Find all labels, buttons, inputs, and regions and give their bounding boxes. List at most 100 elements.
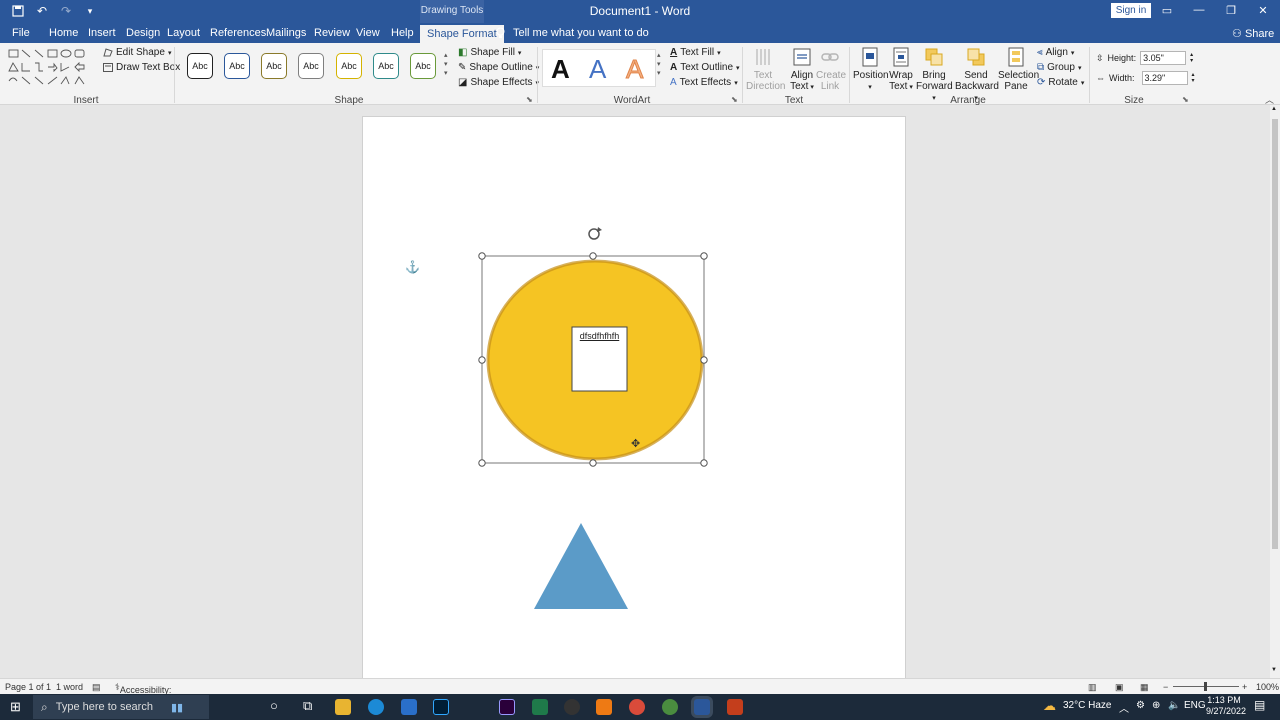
shape-style-6[interactable]: Abc xyxy=(373,53,399,79)
shape-styles-gallery-scroll[interactable]: ▴ ▾ ▾ xyxy=(444,51,448,78)
text-effects-button[interactable]: A Text Effects ▾ xyxy=(670,77,738,88)
photoshop-icon[interactable] xyxy=(433,699,449,715)
tab-layout[interactable]: Layout xyxy=(167,26,200,43)
word-app-icon[interactable] xyxy=(694,699,710,715)
taskbar-search[interactable]: ⌕ Type here to search ▮▮ xyxy=(33,695,209,719)
text-box-content[interactable]: dfsdfhfhfh xyxy=(572,331,627,341)
shape-style-4[interactable]: Abc xyxy=(298,53,324,79)
tab-home[interactable]: Home xyxy=(49,26,78,43)
create-link-button[interactable]: Create Link xyxy=(816,47,846,92)
sign-in-button[interactable]: Sign in xyxy=(1111,3,1151,18)
dialog-launcher-icon[interactable]: ⬊ xyxy=(1182,95,1189,104)
weather-text[interactable]: 32°C Haze xyxy=(1063,700,1111,711)
chrome-icon[interactable] xyxy=(629,699,645,715)
redo-icon[interactable]: ↷ xyxy=(58,3,74,19)
align-text-button[interactable]: Align Text ▾ xyxy=(787,47,817,93)
globe-icon[interactable]: ⊕ xyxy=(1152,700,1160,711)
show-hidden-icons-icon[interactable]: ︿ xyxy=(1119,700,1129,715)
vertical-scrollbar[interactable]: ▲ ▼ xyxy=(1270,105,1280,678)
proofing-icon[interactable]: ▤ xyxy=(92,682,101,693)
zoom-level[interactable]: 100% xyxy=(1256,682,1279,692)
notifications-icon[interactable]: ▤ xyxy=(1254,698,1265,712)
width-spinner[interactable]: ▴ ▾ xyxy=(1192,72,1195,84)
scroll-up-icon[interactable]: ▲ xyxy=(1271,106,1277,112)
height-input[interactable]: 3.05" xyxy=(1140,51,1187,65)
read-mode-icon[interactable]: ▥ xyxy=(1088,682,1097,693)
tab-file[interactable]: File xyxy=(12,26,30,43)
dialog-launcher-icon[interactable]: ⬊ xyxy=(526,95,533,104)
bring-forward-button[interactable]: Bring Forward ▾ xyxy=(916,47,953,104)
scrollbar-thumb[interactable] xyxy=(1272,119,1278,549)
tab-references[interactable]: References xyxy=(210,26,266,43)
shape-style-5[interactable]: Abc xyxy=(336,53,362,79)
width-input[interactable]: 3.29" xyxy=(1141,71,1188,85)
align-button[interactable]: ⫷ Align ▾ xyxy=(1037,47,1074,58)
windows-start-icon[interactable]: ⊞ xyxy=(10,699,21,715)
scroll-down-icon[interactable]: ▼ xyxy=(1271,667,1277,673)
weather-icon[interactable]: ☁ xyxy=(1043,698,1056,714)
tab-help[interactable]: Help xyxy=(391,26,414,43)
customize-qat-icon[interactable]: ▾ xyxy=(82,3,98,19)
obs-icon[interactable] xyxy=(564,699,580,715)
volume-icon[interactable]: 🔈 xyxy=(1168,700,1180,711)
ribbon-display-options-icon[interactable]: ▭ xyxy=(1160,2,1174,18)
tab-shape-format[interactable]: Shape Format xyxy=(420,25,504,43)
undo-icon[interactable]: ↶ xyxy=(34,3,50,19)
shape-outline-button[interactable]: ✎ Shape Outline ▾ xyxy=(458,62,539,73)
vlc-icon[interactable] xyxy=(596,699,612,715)
shape-style-7[interactable]: Abc xyxy=(410,53,436,79)
wrap-text-button[interactable]: Wrap Text ▾ xyxy=(887,47,915,93)
height-spinner[interactable]: ▴ ▾ xyxy=(1190,52,1193,64)
shape-style-3[interactable]: Abc xyxy=(261,53,287,79)
draw-text-box-button[interactable]: Draw Text Box xyxy=(103,62,180,73)
minimize-button[interactable]: — xyxy=(1192,2,1206,18)
group-button[interactable]: ⧉ Group ▾ xyxy=(1037,62,1081,73)
text-outline-button[interactable]: A Text Outline ▾ xyxy=(670,62,740,73)
edit-shape-button[interactable]: Edit Shape ▾ xyxy=(103,47,171,58)
chrome-profile-icon[interactable] xyxy=(662,699,678,715)
tab-insert[interactable]: Insert xyxy=(88,26,116,43)
edge-browser-icon[interactable] xyxy=(368,699,384,715)
tab-view[interactable]: View xyxy=(356,26,380,43)
app-download-icon[interactable] xyxy=(532,699,548,715)
selection-pane-button[interactable]: Selection Pane xyxy=(998,47,1039,92)
dialog-launcher-icon[interactable]: ⬊ xyxy=(731,95,738,104)
anchor-icon[interactable]: ⚓ xyxy=(405,260,420,274)
triangle-shape[interactable] xyxy=(534,523,628,609)
wordart-sample-orange[interactable]: A xyxy=(625,54,643,85)
restore-button[interactable]: ❐ xyxy=(1224,2,1238,18)
document-page[interactable]: ⚓ ✥ dfsdfhfhfh xyxy=(362,116,906,678)
close-button[interactable]: ✕ xyxy=(1256,2,1270,18)
text-fill-button[interactable]: A Text Fill ▾ xyxy=(670,47,721,58)
tab-mailings[interactable]: Mailings xyxy=(266,26,306,43)
shape-style-2[interactable]: Abc xyxy=(224,53,250,79)
cortana-icon[interactable]: ○ xyxy=(270,698,278,713)
text-direction-button[interactable]: Text Direction xyxy=(746,47,785,92)
clock[interactable]: 1:13 PM 9/27/2022 xyxy=(1206,695,1246,717)
shape-effects-button[interactable]: ◪ Shape Effects ▾ xyxy=(458,77,539,88)
word-count[interactable]: 1 word xyxy=(56,682,83,692)
zoom-in-icon[interactable]: + xyxy=(1242,682,1247,692)
network-icon[interactable]: ⚙ xyxy=(1136,700,1145,711)
premiere-icon[interactable] xyxy=(499,699,515,715)
shape-fill-button[interactable]: ◧ Shape Fill ▾ xyxy=(458,47,521,58)
powerpoint-icon[interactable] xyxy=(727,699,743,715)
store-icon[interactable] xyxy=(401,699,417,715)
tell-me-search[interactable]: Tell me what you want to do xyxy=(496,27,649,39)
wordart-sample-black[interactable]: A xyxy=(551,54,570,85)
web-layout-icon[interactable]: ▦ xyxy=(1140,682,1149,693)
position-button[interactable]: Position ▾ xyxy=(853,47,889,93)
language-icon[interactable]: ENG xyxy=(1184,700,1206,711)
print-layout-icon[interactable]: ▣ xyxy=(1115,682,1124,693)
rotate-button[interactable]: ⟳ Rotate ▾ xyxy=(1037,77,1084,88)
tab-review[interactable]: Review xyxy=(314,26,350,43)
zoom-slider-thumb[interactable] xyxy=(1204,682,1207,691)
page-count[interactable]: Page 1 of 1 xyxy=(5,682,51,692)
accessibility-status[interactable]: ⚕ Accessibility: Investigate xyxy=(115,682,171,705)
rotate-handle-icon[interactable] xyxy=(588,227,602,240)
shapes-gallery[interactable] xyxy=(8,48,90,88)
wordart-gallery[interactable]: A A A xyxy=(542,49,656,87)
shape-style-1[interactable]: Abc xyxy=(187,53,213,79)
task-view-icon[interactable]: ⧉ xyxy=(303,698,312,714)
zoom-out-icon[interactable]: − xyxy=(1163,682,1168,692)
